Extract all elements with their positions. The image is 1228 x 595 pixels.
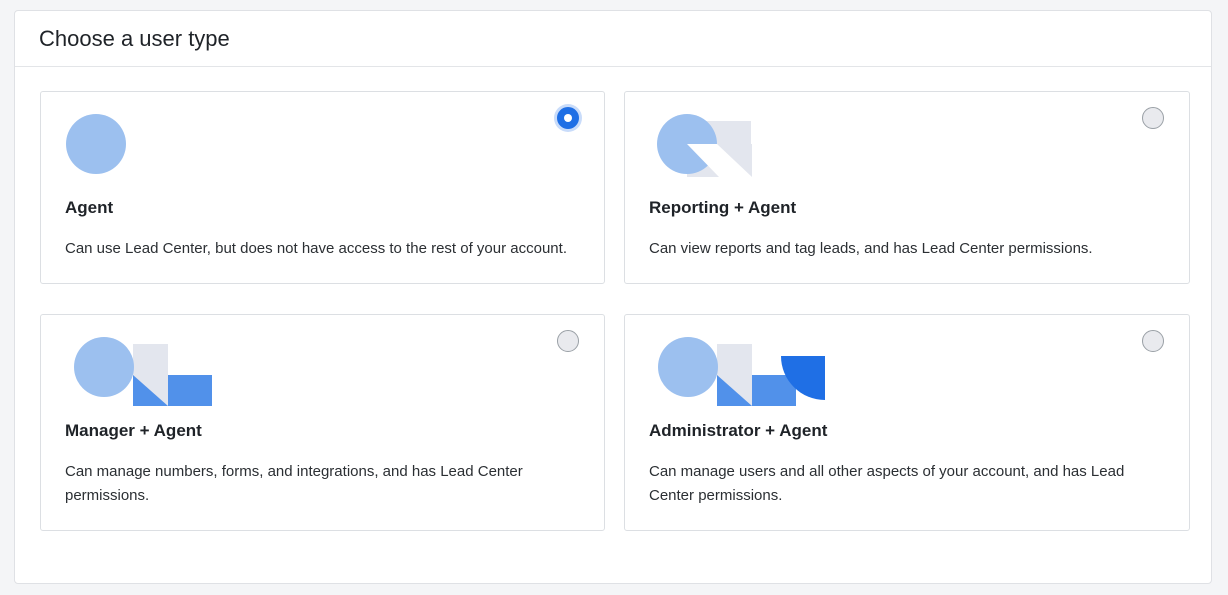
- card-description: Can manage users and all other aspects o…: [649, 463, 1125, 504]
- user-type-card-administrator-agent[interactable]: Administrator + Agent Can manage users a…: [624, 314, 1190, 531]
- card-title: Agent: [65, 198, 114, 217]
- panel-header: Choose a user type: [15, 11, 1211, 67]
- reporting-agent-illustration-icon: [657, 114, 752, 177]
- card-description: Can manage numbers, forms, and integrati…: [65, 463, 523, 504]
- card-title: Manager + Agent: [65, 421, 202, 440]
- radio-reporting-agent[interactable]: [1142, 107, 1164, 129]
- radio-agent[interactable]: [557, 107, 579, 129]
- card-title: Reporting + Agent: [649, 198, 797, 217]
- radio-administrator-agent[interactable]: [1142, 330, 1164, 352]
- user-type-panel: Choose a user type Agent Can use Lead Ce…: [14, 10, 1212, 584]
- user-type-card-manager-agent[interactable]: Manager + Agent Can manage numbers, form…: [40, 314, 605, 531]
- radio-manager-agent[interactable]: [557, 330, 579, 352]
- user-type-card-agent[interactable]: Agent Can use Lead Center, but does not …: [40, 91, 605, 284]
- page-title: Choose a user type: [39, 26, 230, 51]
- card-description: Can view reports and tag leads, and has …: [649, 240, 1093, 257]
- agent-illustration-icon: [66, 114, 126, 174]
- user-type-card-reporting-agent[interactable]: Reporting + Agent Can view reports and t…: [624, 91, 1190, 284]
- manager-agent-illustration-icon: [74, 337, 212, 406]
- card-title: Administrator + Agent: [649, 421, 828, 440]
- administrator-agent-illustration-icon: [658, 337, 825, 406]
- card-description: Can use Lead Center, but does not have a…: [65, 240, 567, 257]
